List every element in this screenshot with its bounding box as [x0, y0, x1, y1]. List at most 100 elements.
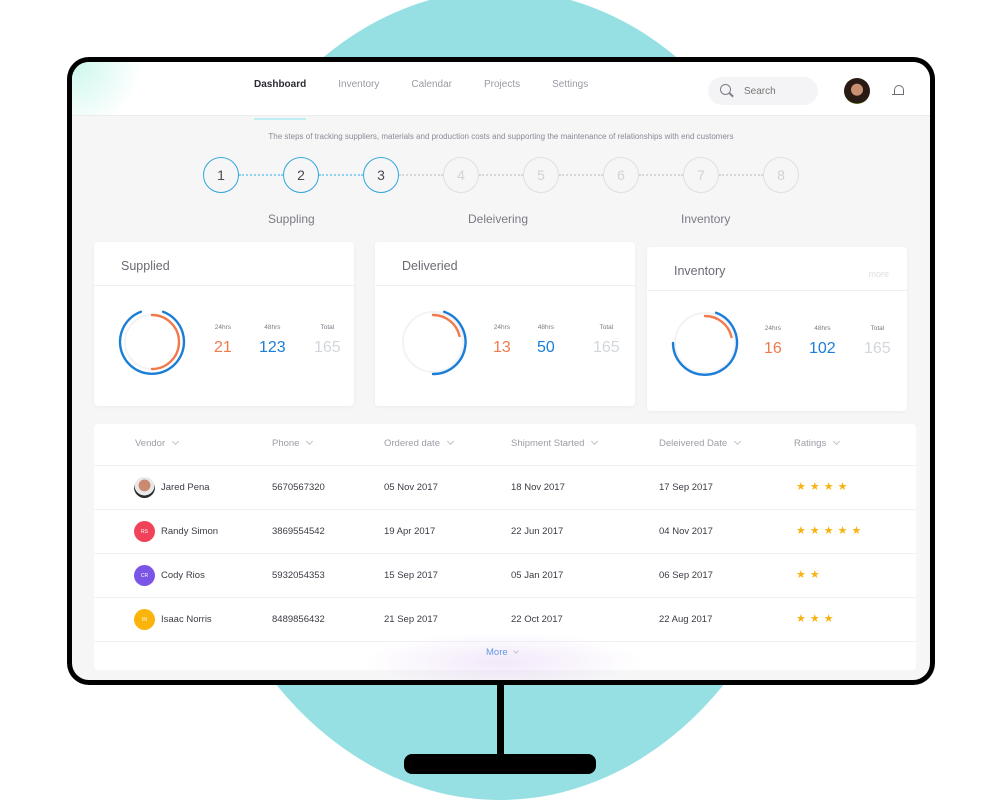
stat-label: Total — [599, 324, 614, 331]
stat-value: 13 — [493, 339, 511, 356]
stat-label: 24hrs — [764, 325, 782, 332]
table-row[interactable]: Jared Pena 5670567320 05 Nov 2017 18 Nov… — [94, 465, 916, 509]
step-5[interactable]: 5 — [523, 157, 559, 193]
chevron-down-icon — [172, 437, 180, 446]
column-header-ratings[interactable]: Ratings — [794, 437, 841, 449]
step-connector — [239, 174, 283, 176]
vendor-table: Vendor Phone Ordered date Shipment Start… — [94, 424, 916, 670]
stat-value: 50 — [537, 339, 555, 356]
header-label: Ordered date — [384, 438, 440, 449]
stat-value: 21 — [214, 339, 232, 356]
step-2[interactable]: 2 — [283, 157, 319, 193]
delivered-date: 22 Aug 2017 — [659, 614, 713, 625]
chevron-down-icon — [833, 437, 841, 446]
phone: 8489856432 — [272, 614, 325, 625]
table-row[interactable]: CR Cody Rios 5932054353 15 Sep 2017 05 J… — [94, 553, 916, 597]
stat-24hrs: 24hrs 21 — [214, 324, 232, 357]
card-title: Inventory — [674, 264, 726, 278]
step-6[interactable]: 6 — [603, 157, 639, 193]
tracker-subtitle: The steps of tracking suppliers, materia… — [268, 132, 734, 141]
delivered-date: 04 Nov 2017 — [659, 526, 713, 537]
header-label: Deleivered Date — [659, 438, 728, 449]
stat-48hrs: 48hrs 102 — [809, 325, 836, 358]
nav-tab-projects[interactable]: Projects — [484, 62, 520, 116]
table-row[interactable]: IN Isaac Norris 8489856432 21 Sep 2017 2… — [94, 597, 916, 641]
step-connector — [399, 174, 443, 176]
card-header: Supplied — [94, 242, 354, 286]
nav-tab-calendar[interactable]: Calendar — [411, 62, 452, 116]
stat-total: Total 165 — [864, 325, 891, 358]
stat-total: Total 165 — [593, 324, 620, 357]
column-header-delivered-date[interactable]: Deleivered Date — [659, 437, 742, 449]
more-button[interactable]: More — [486, 647, 519, 658]
monitor-stand-neck — [497, 680, 504, 760]
star-rating: ★★★★ — [796, 481, 852, 493]
step-connector — [559, 174, 603, 176]
stat-label: Total — [320, 324, 335, 331]
step-3[interactable]: 3 — [363, 157, 399, 193]
stat-24hrs: 24hrs 13 — [493, 324, 511, 357]
phone: 5932054353 — [272, 570, 325, 581]
column-header-shipment-started[interactable]: Shipment Started — [511, 437, 599, 449]
shipment-date: 05 Jan 2017 — [511, 570, 564, 581]
stat-label: 24hrs — [493, 324, 511, 331]
header-label: Phone — [272, 438, 300, 449]
vendor-name: Randy Simon — [161, 526, 219, 537]
ring-inner-arc — [150, 313, 181, 371]
stat-48hrs: 48hrs 123 — [259, 324, 286, 357]
more-link[interactable]: more — [868, 269, 889, 279]
chevron-down-icon — [591, 437, 599, 446]
stat-label: 48hrs — [814, 325, 831, 332]
inventory-card: Inventory more 24hrs 16 48hrs 102 Total 165 — [647, 247, 907, 411]
chevron-down-icon — [306, 437, 314, 446]
star-rating: ★★★ — [796, 613, 838, 625]
vendor-avatar: IN — [134, 609, 155, 630]
stat-label: 24hrs — [214, 324, 232, 331]
vendor-avatar: CR — [134, 565, 155, 586]
step-tracker: 1 2 3 4 5 6 7 8 — [203, 157, 799, 193]
card-title: Supplied — [121, 259, 170, 273]
step-1[interactable]: 1 — [203, 157, 239, 193]
stage-label-suppling: Suppling — [268, 212, 315, 226]
nav-tab-dashboard[interactable]: Dashboard — [254, 62, 307, 120]
stat-total: Total 165 — [314, 324, 341, 357]
stat-label: 48hrs — [537, 324, 555, 331]
ordered-date: 21 Sep 2017 — [384, 614, 438, 625]
bell-icon[interactable] — [892, 84, 904, 98]
nav-tab-settings[interactable]: Settings — [552, 62, 588, 116]
stat-value: 123 — [259, 339, 286, 356]
header-label: Vendor — [135, 438, 166, 449]
stat-24hrs: 24hrs 16 — [764, 325, 782, 358]
phone: 3869554542 — [272, 526, 325, 537]
supplied-ring-chart — [118, 310, 186, 376]
search-input[interactable] — [744, 85, 814, 97]
table-row[interactable]: RS Randy Simon 3869554542 19 Apr 2017 22… — [94, 509, 916, 553]
user-avatar[interactable] — [844, 78, 870, 104]
chevron-down-icon — [512, 648, 519, 654]
step-8[interactable]: 8 — [763, 157, 799, 193]
shipment-date: 22 Oct 2017 — [511, 614, 563, 625]
search-box[interactable] — [708, 77, 818, 105]
deliveried-ring-chart — [402, 310, 467, 376]
inventory-ring-chart — [671, 311, 739, 376]
stat-48hrs: 48hrs 50 — [537, 324, 555, 357]
card-header: Deliveried — [375, 242, 635, 286]
ring-outer-arc — [118, 310, 186, 376]
nav-tab-inventory[interactable]: Inventory — [338, 62, 379, 116]
step-connector — [639, 174, 683, 176]
monitor-stand-base — [404, 754, 596, 774]
header-label: Ratings — [794, 438, 827, 449]
more-label: More — [486, 647, 508, 658]
stat-value: 165 — [864, 340, 891, 357]
step-connector — [719, 174, 763, 176]
star-rating: ★★★★★ — [796, 525, 866, 537]
step-connector — [319, 174, 363, 176]
column-header-phone[interactable]: Phone — [272, 437, 314, 449]
ring-track — [402, 311, 464, 373]
vendor-name: Isaac Norris — [161, 614, 212, 625]
step-4[interactable]: 4 — [443, 157, 479, 193]
column-header-ordered-date[interactable]: Ordered date — [384, 437, 455, 449]
column-header-vendor[interactable]: Vendor — [135, 437, 180, 449]
deliveried-card: Deliveried 24hrs 13 48hrs 50 Total 165 — [375, 242, 635, 406]
step-7[interactable]: 7 — [683, 157, 719, 193]
